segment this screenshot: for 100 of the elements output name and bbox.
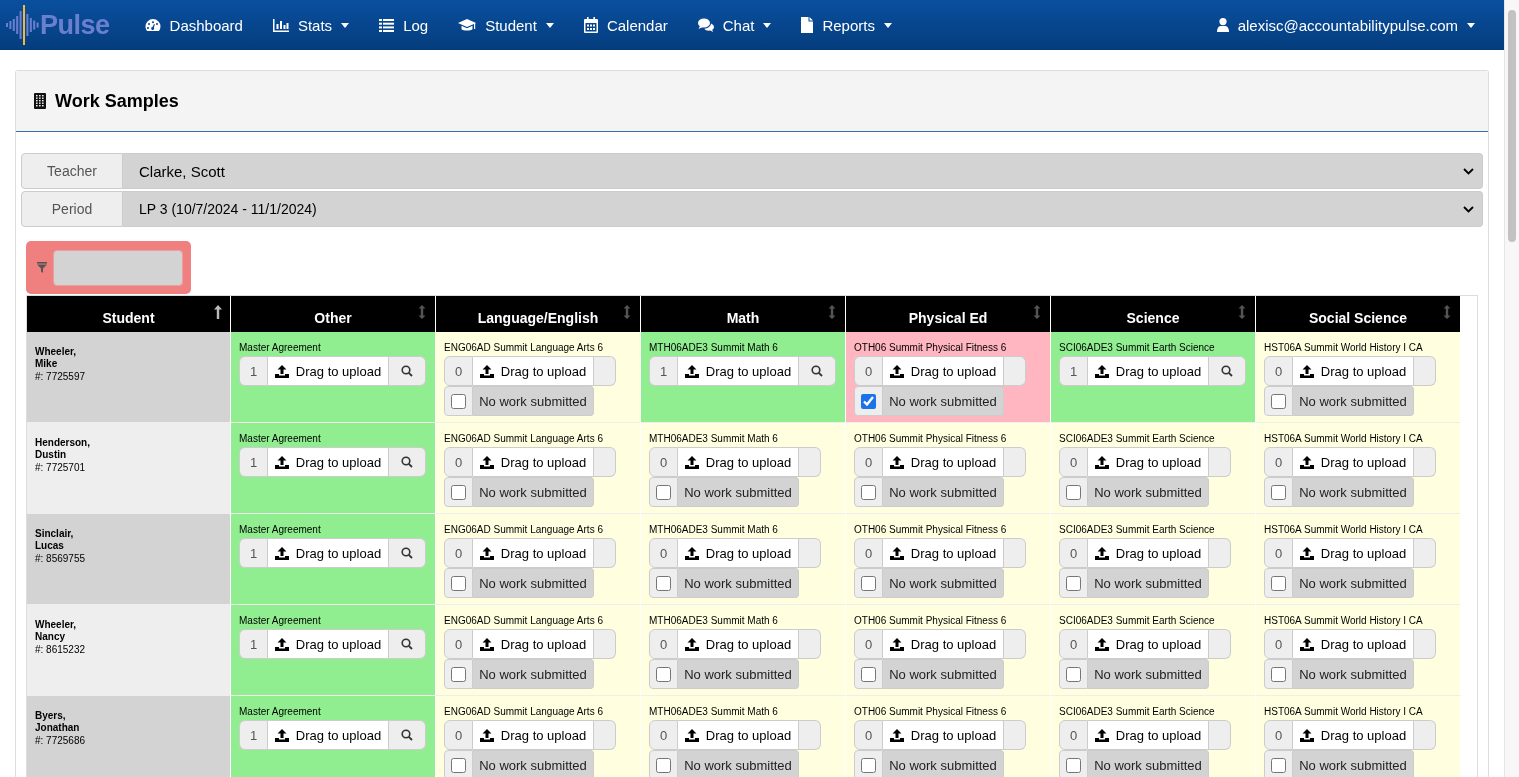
no-work-label: No work submitted: [1293, 386, 1414, 416]
sample-count: 0: [854, 538, 883, 568]
no-work-checkbox[interactable]: [451, 666, 466, 682]
nav-link[interactable]: Stats: [257, 0, 365, 50]
nav-link[interactable]: Log: [364, 0, 444, 50]
upload-button[interactable]: Drag to upload: [678, 720, 799, 750]
upload-button[interactable]: Drag to upload: [1293, 538, 1414, 568]
sample-count: 0: [444, 538, 473, 568]
upload-button[interactable]: Drag to upload: [473, 356, 594, 386]
upload-button[interactable]: Drag to upload: [268, 447, 389, 477]
student-first-name: Jonathan: [35, 722, 81, 734]
no-work-checkbox[interactable]: [861, 757, 876, 773]
no-work-checkbox[interactable]: [1066, 757, 1081, 773]
no-work-checkbox[interactable]: [451, 484, 466, 500]
upload-button[interactable]: Drag to upload: [883, 629, 1004, 659]
upload-button[interactable]: Drag to upload: [473, 447, 594, 477]
empty-addon: [799, 538, 821, 568]
user-menu[interactable]: alexisc@accountabilitypulse.com: [1201, 0, 1490, 50]
upload-button[interactable]: Drag to upload: [1088, 629, 1209, 659]
upload-button[interactable]: Drag to upload: [1293, 720, 1414, 750]
no-work-checkbox[interactable]: [1066, 666, 1081, 682]
scrollbar[interactable]: [1504, 0, 1519, 777]
select-field[interactable]: Clarke, Scott: [123, 153, 1483, 189]
upload-button[interactable]: Drag to upload: [473, 720, 594, 750]
search-button[interactable]: [389, 629, 426, 659]
upload-button[interactable]: Drag to upload: [268, 538, 389, 568]
no-work-checkbox[interactable]: [861, 484, 876, 500]
sample-count: 1: [239, 720, 268, 750]
upload-button[interactable]: Drag to upload: [268, 720, 389, 750]
upload-icon: [1299, 364, 1314, 378]
no-work-checkbox[interactable]: [861, 393, 876, 409]
no-work-checkbox[interactable]: [451, 757, 466, 773]
search-button[interactable]: [799, 356, 836, 386]
no-work-label: No work submitted: [473, 386, 594, 416]
no-work-checkbox[interactable]: [1271, 393, 1286, 409]
user-icon: [1216, 18, 1229, 32]
upload-button[interactable]: Drag to upload: [1293, 447, 1414, 477]
empty-addon: [594, 538, 616, 568]
column-header[interactable]: Other: [231, 296, 436, 332]
course-name: SCI06ADE3 Summit Earth Science: [1059, 524, 1216, 536]
no-work-checkbox[interactable]: [861, 575, 876, 591]
no-work-checkbox[interactable]: [656, 575, 671, 591]
upload-button[interactable]: Drag to upload: [1088, 356, 1209, 386]
upload-icon: [684, 364, 699, 378]
course-name: OTH06 Summit Physical Fitness 6: [854, 433, 1008, 445]
no-work-checkbox[interactable]: [656, 757, 671, 773]
nav-link[interactable]: Student: [443, 0, 569, 50]
column-header[interactable]: Social Science: [1256, 296, 1461, 332]
upload-button[interactable]: Drag to upload: [1293, 629, 1414, 659]
upload-button[interactable]: Drag to upload: [1088, 447, 1209, 477]
no-work-checkbox[interactable]: [861, 666, 876, 682]
no-work-checkbox[interactable]: [1271, 484, 1286, 500]
upload-button[interactable]: Drag to upload: [883, 538, 1004, 568]
upload-button[interactable]: Drag to upload: [1088, 720, 1209, 750]
column-header[interactable]: Science: [1051, 296, 1256, 332]
search-button[interactable]: [389, 538, 426, 568]
nav-link[interactable]: Calendar: [568, 0, 683, 50]
no-work-checkbox[interactable]: [656, 484, 671, 500]
empty-addon: [799, 720, 821, 750]
student-id: #: 7725701: [35, 461, 87, 474]
column-header[interactable]: Physical Ed: [846, 296, 1051, 332]
no-work-checkbox[interactable]: [1066, 484, 1081, 500]
no-work-checkbox[interactable]: [451, 575, 466, 591]
filter-input[interactable]: [53, 249, 183, 286]
sample-count: 0: [649, 720, 678, 750]
upload-button[interactable]: Drag to upload: [473, 538, 594, 568]
search-button[interactable]: [1209, 356, 1246, 386]
column-header[interactable]: Student: [27, 296, 231, 332]
course-name: HST06A Summit World History I CA: [1264, 615, 1424, 627]
column-header[interactable]: Math: [641, 296, 846, 332]
upload-button[interactable]: Drag to upload: [1088, 538, 1209, 568]
no-work-label: No work submitted: [883, 386, 1004, 416]
no-work-checkbox[interactable]: [451, 393, 466, 409]
nav-link[interactable]: Reports: [786, 0, 907, 50]
upload-button[interactable]: Drag to upload: [883, 447, 1004, 477]
no-work-checkbox[interactable]: [1271, 666, 1286, 682]
upload-button[interactable]: Drag to upload: [268, 356, 389, 386]
no-work-checkbox[interactable]: [1271, 575, 1286, 591]
nav-link[interactable]: Dashboard: [129, 0, 258, 50]
empty-addon: [1414, 447, 1436, 477]
no-work-checkbox[interactable]: [656, 666, 671, 682]
upload-button[interactable]: Drag to upload: [678, 629, 799, 659]
no-work-checkbox[interactable]: [1066, 575, 1081, 591]
upload-button[interactable]: Drag to upload: [1293, 356, 1414, 386]
select-field[interactable]: LP 3 (10/7/2024 - 11/1/2024): [123, 191, 1483, 227]
scroll-thumb[interactable]: [1508, 10, 1516, 242]
upload-button[interactable]: Drag to upload: [678, 538, 799, 568]
upload-button[interactable]: Drag to upload: [473, 629, 594, 659]
upload-button[interactable]: Drag to upload: [268, 629, 389, 659]
upload-button[interactable]: Drag to upload: [883, 356, 1004, 386]
no-work-checkbox[interactable]: [1271, 757, 1286, 773]
upload-button[interactable]: Drag to upload: [883, 720, 1004, 750]
empty-addon: [1209, 629, 1231, 659]
search-button[interactable]: [389, 447, 426, 477]
upload-button[interactable]: Drag to upload: [678, 356, 799, 386]
nav-link[interactable]: Chat: [682, 0, 787, 50]
search-button[interactable]: [389, 356, 426, 386]
upload-button[interactable]: Drag to upload: [678, 447, 799, 477]
column-header[interactable]: Language/English: [436, 296, 641, 332]
search-button[interactable]: [389, 720, 426, 750]
